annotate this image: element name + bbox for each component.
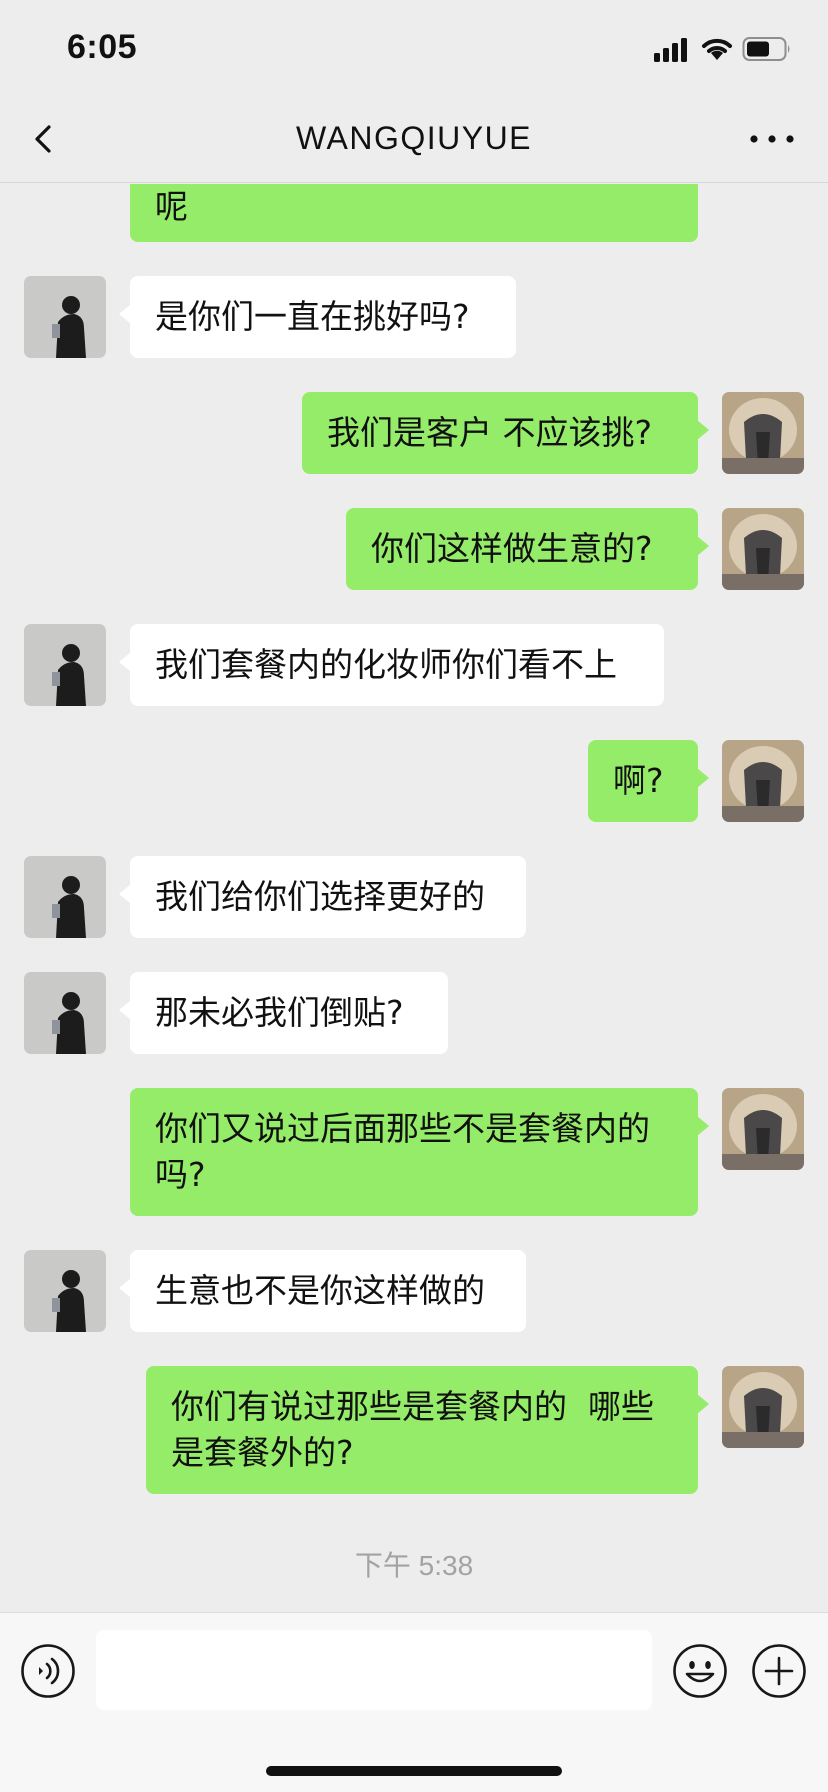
message-bubble-outgoing[interactable]: 呢 <box>130 184 698 242</box>
contact-avatar[interactable] <box>24 1250 106 1332</box>
message-text: 你们又说过后面那些不是套餐内的 <box>155 1109 650 1148</box>
message-text: 生意也不是你这样做的 <box>155 1271 485 1310</box>
message-text: 是你们一直在挑好吗? <box>155 297 470 336</box>
home-indicator[interactable] <box>266 1766 562 1776</box>
contact-avatar[interactable] <box>24 624 106 706</box>
contact-avatar-image <box>24 276 106 358</box>
voice-input-button[interactable] <box>20 1643 76 1699</box>
more-functions-button[interactable] <box>751 1643 807 1699</box>
contact-avatar[interactable] <box>24 972 106 1054</box>
message-input[interactable] <box>96 1630 652 1710</box>
my-avatar[interactable] <box>722 1366 804 1448</box>
contact-avatar-image <box>24 1250 106 1332</box>
message-bubble-outgoing[interactable]: 我们是客户 不应该挑? <box>302 392 709 474</box>
message-bubble-outgoing[interactable]: 你们又说过后面那些不是套餐内的 吗? <box>130 1088 709 1216</box>
message-text: 我们套餐内的化妆师你们看不上 <box>155 645 617 684</box>
emoji-button[interactable] <box>672 1643 728 1699</box>
message-bubble-outgoing[interactable]: 你们这样做生意的? <box>346 508 709 590</box>
message-text-line-2: 是套餐外的? <box>171 1433 354 1472</box>
message-text: 呢 <box>155 187 188 226</box>
wifi-icon <box>702 38 732 60</box>
emoji-icon <box>673 1644 727 1698</box>
message-text-line-2: 吗? <box>155 1155 206 1194</box>
more-horizontal-icon <box>750 135 794 143</box>
nav-bar: WANGQIUYUE <box>0 96 828 183</box>
message-text: 你们这样做生意的? <box>371 529 653 568</box>
input-bar <box>0 1612 828 1792</box>
message-bubble-incoming[interactable]: 我们套餐内的化妆师你们看不上 <box>119 624 664 706</box>
contact-avatar-image <box>24 624 106 706</box>
message-list[interactable]: 呢 是你们一直在挑好吗? 我们是客户 不应该挑? 你们这样做生意的? 我们套餐内… <box>0 184 828 1612</box>
message-bubble-incoming[interactable]: 那未必我们倒贴? <box>119 972 448 1054</box>
message-text: 我们是客户 不应该挑? <box>327 413 653 452</box>
battery-icon <box>742 37 790 61</box>
my-avatar-image <box>722 1088 804 1170</box>
message-bubble-incoming[interactable]: 生意也不是你这样做的 <box>119 1250 526 1332</box>
my-avatar-image <box>722 508 804 590</box>
message-text: 我们给你们选择更好的 <box>155 877 485 916</box>
contact-avatar[interactable] <box>24 856 106 938</box>
my-avatar-image <box>722 392 804 474</box>
contact-avatar[interactable] <box>24 276 106 358</box>
my-avatar[interactable] <box>722 1088 804 1170</box>
my-avatar[interactable] <box>722 392 804 474</box>
message-text: 那未必我们倒贴? <box>155 993 404 1032</box>
message-bubble-outgoing[interactable]: 你们有说过那些是套餐内的 哪些 是套餐外的? <box>146 1366 709 1494</box>
message-text: 你们有说过那些是套餐内的 哪些 <box>171 1387 654 1426</box>
message-timestamp: 下午 5:38 <box>354 1550 474 1581</box>
more-options-button[interactable] <box>744 114 800 164</box>
chat-title: WANGQIUYUE <box>295 120 533 156</box>
cellular-signal-icon <box>654 38 688 62</box>
message-bubble-incoming[interactable]: 我们给你们选择更好的 <box>119 856 526 938</box>
message-bubble-incoming[interactable]: 是你们一直在挑好吗? <box>119 276 516 358</box>
status-time: 6:05 <box>67 28 138 66</box>
my-avatar[interactable] <box>722 508 804 590</box>
plus-circle-icon <box>752 1644 806 1698</box>
my-avatar-image <box>722 740 804 822</box>
message-text: 啊? <box>613 761 664 800</box>
voice-icon <box>21 1644 75 1698</box>
contact-avatar-image <box>24 972 106 1054</box>
my-avatar-image <box>722 1366 804 1448</box>
status-bar: 6:05 <box>0 0 828 96</box>
contact-avatar-image <box>24 856 106 938</box>
message-bubble-outgoing[interactable]: 啊? <box>588 740 709 822</box>
my-avatar[interactable] <box>722 740 804 822</box>
